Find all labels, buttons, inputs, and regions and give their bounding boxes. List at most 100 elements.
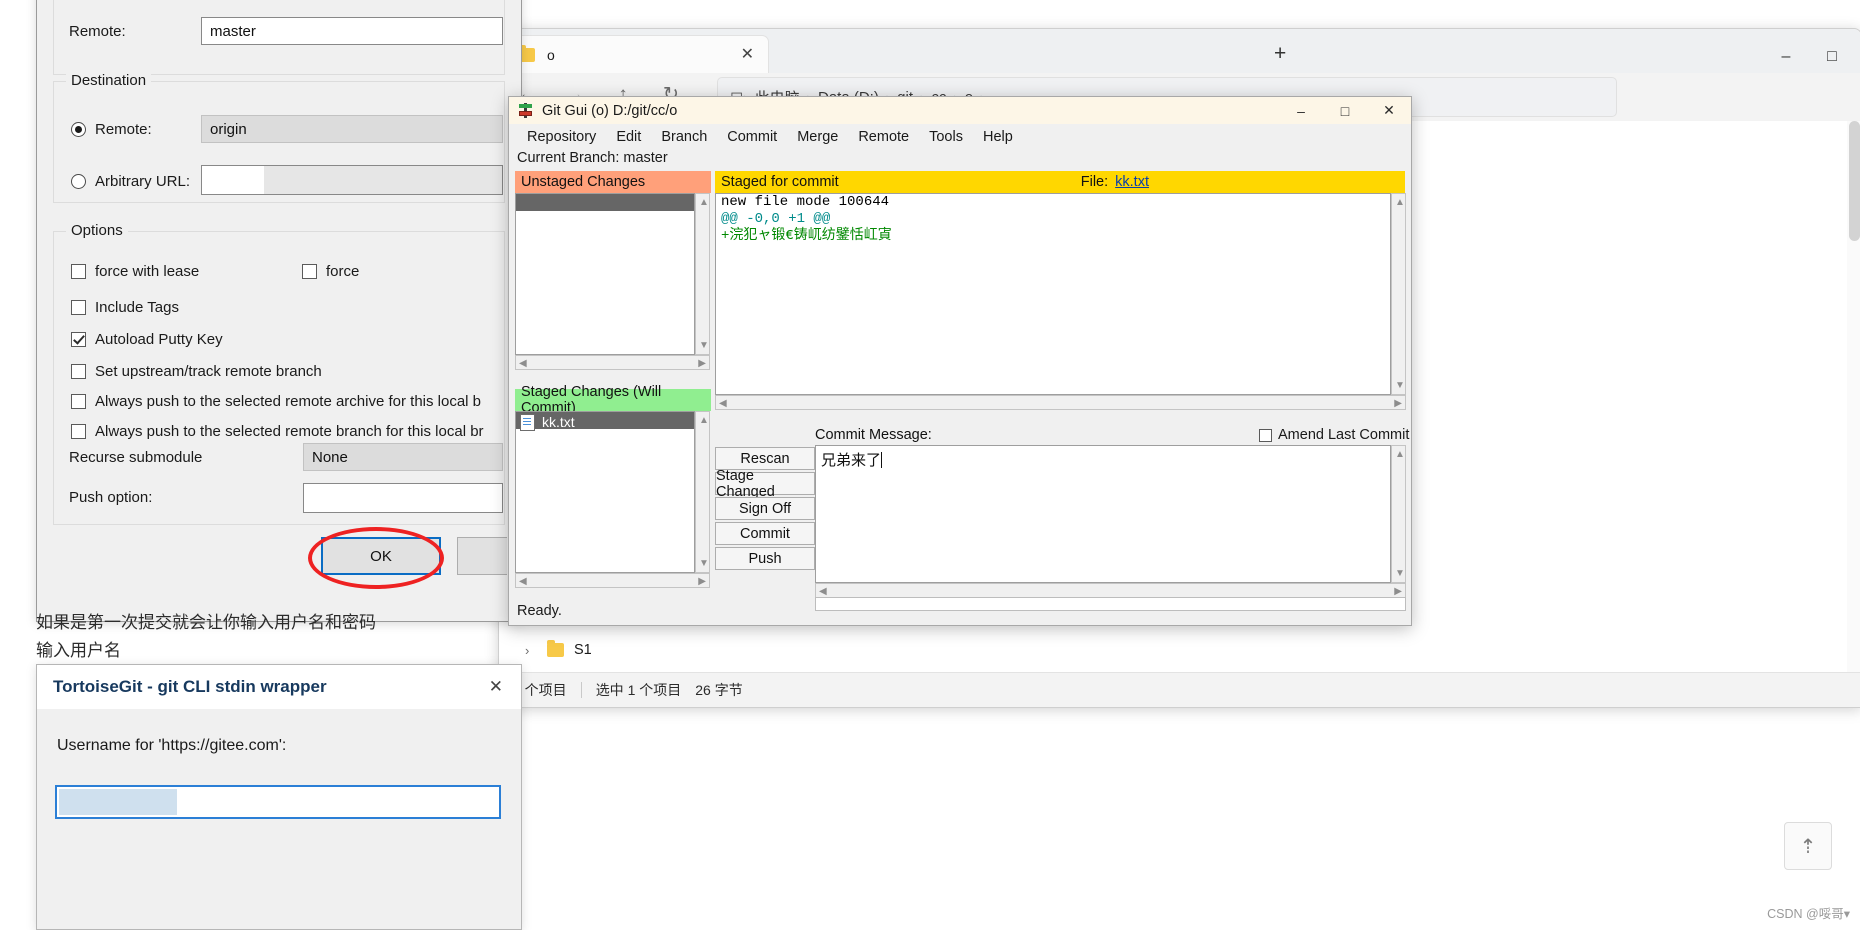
close-icon[interactable]: ✕ [735, 45, 760, 65]
diff-file-name[interactable]: kk.txt [1115, 174, 1149, 190]
scroll-left-icon[interactable]: ◀ [519, 358, 527, 369]
scrollbar-thumb[interactable] [1849, 121, 1860, 241]
diff-line: +浣犯ャ锻€铸屼纺鐾恬屸寊 [716, 228, 1390, 245]
explorer-titlebar: o ✕ + – □ [499, 29, 1860, 73]
gitgui-menubar: Repository Edit Branch Commit Merge Remo… [509, 124, 1412, 149]
checkbox-autoload-putty-key[interactable]: Autoload Putty Key [71, 331, 223, 348]
chevron-right-icon[interactable]: › [525, 643, 547, 658]
watermark-label: CSDN @哸哥▾ [1767, 903, 1850, 922]
menu-merge[interactable]: Merge [787, 129, 848, 145]
menu-repository[interactable]: Repository [517, 129, 606, 145]
destination-arbitrary-label: Arbitrary URL: [95, 173, 190, 190]
staged-horizontal-scrollbar[interactable]: ◀ ▶ [515, 573, 710, 588]
checkbox-icon [302, 264, 317, 279]
commit-message-label: Commit Message: [815, 427, 932, 443]
diff-view[interactable]: new file mode 100644 @@ -0,0 +1 @@ +浣犯ャ锻… [715, 193, 1391, 395]
checkbox-always-push-branch[interactable]: Always push to the selected remote branc… [71, 423, 484, 440]
amend-last-commit-checkbox[interactable]: Amend Last Commit [1259, 427, 1409, 443]
list-item[interactable]: kk.txt [516, 412, 694, 432]
scroll-down-icon[interactable]: ▼ [699, 558, 709, 569]
checkbox-force-with-lease[interactable]: force with lease [71, 263, 199, 280]
explorer-tab[interactable]: o ✕ [509, 35, 769, 73]
maximize-icon[interactable]: □ [1323, 97, 1367, 124]
scroll-up-icon[interactable]: ▲ [699, 415, 709, 426]
commit-message-vertical-scrollbar[interactable]: ▲ ▼ [1391, 445, 1406, 583]
destination-arbitrary-radio[interactable]: Arbitrary URL: [71, 173, 190, 190]
staged-changes-list[interactable]: kk.txt [515, 411, 695, 573]
sign-off-button[interactable]: Sign Off [715, 497, 815, 520]
radio-selected-icon [71, 122, 86, 137]
menu-remote[interactable]: Remote [848, 129, 919, 145]
ok-button[interactable]: OK [321, 537, 441, 575]
menu-edit[interactable]: Edit [606, 129, 651, 145]
remote-branch-input[interactable]: master [201, 17, 503, 45]
diff-vertical-scrollbar[interactable]: ▲ ▼ [1391, 193, 1406, 395]
menu-tools[interactable]: Tools [919, 129, 973, 145]
commit-button[interactable]: Commit [715, 522, 815, 545]
git-gui-window: Git Gui (o) D:/git/cc/o – □ ✕ Repository… [508, 96, 1412, 626]
minimize-icon[interactable]: – [1763, 47, 1809, 67]
diff-horizontal-scrollbar[interactable]: ◀ ▶ [715, 395, 1406, 410]
menu-commit[interactable]: Commit [717, 129, 787, 145]
unstaged-vertical-scrollbar[interactable]: ▲ ▼ [695, 193, 710, 355]
list-selection-bar [516, 194, 694, 211]
checkbox-force[interactable]: force [302, 263, 359, 280]
tree-item-label: S1 [574, 642, 592, 658]
unstaged-horizontal-scrollbar[interactable]: ◀ ▶ [515, 355, 710, 370]
menu-branch[interactable]: Branch [651, 129, 717, 145]
scroll-down-icon[interactable]: ▼ [699, 340, 709, 351]
checkbox-include-tags[interactable]: Include Tags [71, 299, 179, 316]
push-option-input[interactable] [303, 483, 503, 513]
scroll-up-icon[interactable]: ▲ [1395, 197, 1405, 208]
diff-file-info: File: kk.txt [1081, 174, 1399, 190]
scroll-up-icon[interactable]: ▲ [1395, 449, 1405, 460]
gitgui-window-controls: – □ ✕ [1279, 97, 1411, 124]
commit-message-horizontal-scrollbar[interactable]: ◀ ▶ [815, 583, 1406, 598]
scroll-right-icon[interactable]: ▶ [698, 576, 706, 587]
minimize-icon[interactable]: – [1279, 97, 1323, 124]
stage-changed-button[interactable]: Stage Changed [715, 472, 815, 495]
scroll-down-icon[interactable]: ▼ [1395, 568, 1405, 579]
scroll-right-icon[interactable]: ▶ [698, 358, 706, 369]
selected-count-label: 选中 1 个项目 [582, 680, 696, 700]
checkbox-checked-icon [71, 332, 86, 347]
diff-line: @@ -0,0 +1 @@ [716, 211, 1390, 228]
scroll-down-icon[interactable]: ▼ [1395, 380, 1405, 391]
selected-size-label: 26 字节 [695, 680, 756, 700]
commit-message-input[interactable]: 兄弟来了 [815, 445, 1391, 583]
checkbox-always-push-archive[interactable]: Always push to the selected remote archi… [71, 393, 481, 410]
scroll-to-top-button[interactable]: ⇡ [1784, 822, 1832, 870]
destination-arbitrary-input[interactable] [201, 165, 503, 195]
destination-remote-radio[interactable]: Remote: [71, 121, 152, 138]
checkbox-set-upstream[interactable]: Set upstream/track remote branch [71, 363, 322, 380]
destination-remote-value[interactable]: origin [201, 115, 503, 143]
close-icon[interactable]: ✕ [489, 677, 503, 697]
scroll-left-icon[interactable]: ◀ [719, 398, 727, 409]
list-item[interactable]: › S1 [509, 633, 799, 667]
scroll-left-icon[interactable]: ◀ [519, 576, 527, 587]
explorer-scrollbar[interactable] [1847, 121, 1860, 673]
plus-icon[interactable]: + [1274, 43, 1286, 64]
unstaged-changes-header: Unstaged Changes [515, 171, 711, 193]
close-icon[interactable]: ✕ [1367, 97, 1411, 124]
scroll-up-icon[interactable]: ▲ [699, 197, 709, 208]
recurse-submodule-select[interactable]: None [303, 443, 503, 471]
username-input[interactable] [55, 785, 501, 819]
checkbox-label: force with lease [95, 263, 199, 280]
maximize-icon[interactable]: □ [1809, 47, 1855, 67]
username-prompt-label: Username for 'https://gitee.com': [57, 737, 286, 755]
unstaged-changes-list[interactable] [515, 193, 695, 355]
scroll-left-icon[interactable]: ◀ [819, 586, 827, 597]
staged-vertical-scrollbar[interactable]: ▲ ▼ [695, 411, 710, 573]
menu-help[interactable]: Help [973, 129, 1023, 145]
stdin-dialog-titlebar: TortoiseGit - git CLI stdin wrapper ✕ [37, 665, 521, 709]
commit-message-text: 兄弟来了 [821, 452, 881, 469]
explorer-tab-label: o [547, 47, 555, 63]
diff-line: new file mode 100644 [716, 194, 1390, 211]
push-button[interactable]: Push [715, 547, 815, 570]
git-gui-icon [518, 103, 533, 118]
scroll-right-icon[interactable]: ▶ [1394, 586, 1402, 597]
scroll-right-icon[interactable]: ▶ [1394, 398, 1402, 409]
git-stdin-wrapper-dialog: TortoiseGit - git CLI stdin wrapper ✕ Us… [36, 664, 522, 930]
staged-changes-header: Staged Changes (Will Commit) [515, 389, 711, 411]
